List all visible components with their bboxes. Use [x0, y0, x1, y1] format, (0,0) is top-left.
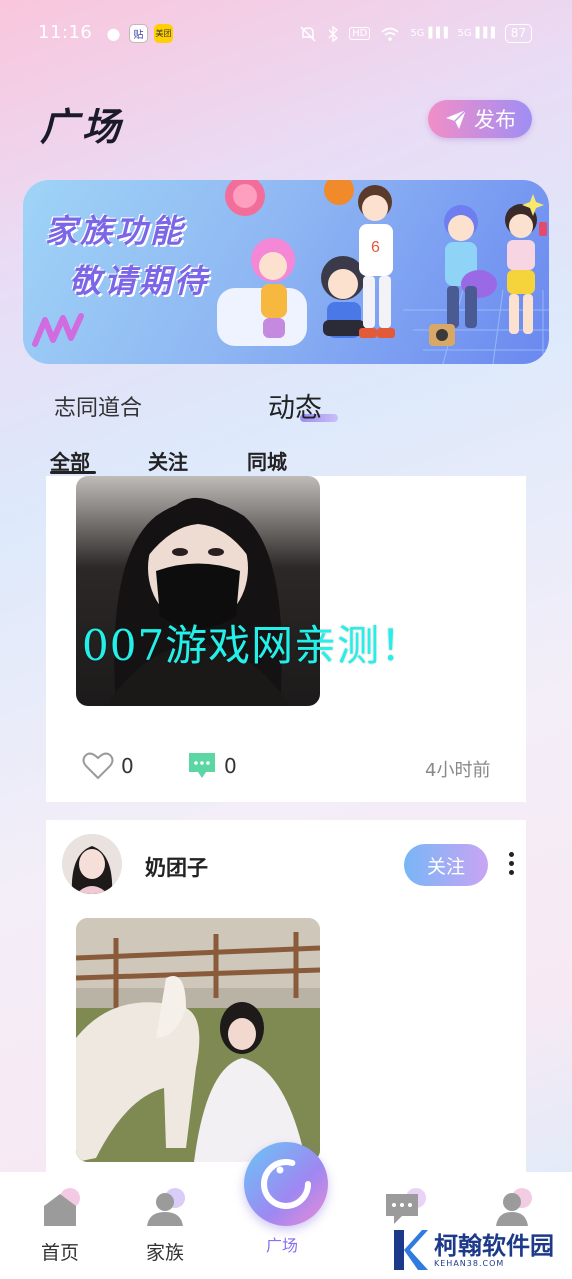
brand-url: KEHAN38.COM: [434, 1258, 505, 1268]
publish-button[interactable]: 发布: [428, 100, 532, 138]
nav-home[interactable]: 首页: [30, 1188, 90, 1265]
wifi-icon: [381, 27, 399, 41]
status-app-icons: ● 贴 美团: [104, 24, 173, 43]
nav-family[interactable]: 家族: [135, 1188, 195, 1265]
user-avatar[interactable]: [62, 834, 122, 894]
family-icon: [147, 1188, 185, 1226]
follow-label: 关注: [426, 855, 465, 878]
signal-5g-icon: 5G▐▐▐: [410, 28, 448, 39]
profile-icon: [496, 1188, 532, 1226]
battery-indicator: 87: [504, 24, 532, 43]
svg-text:6: 6: [371, 239, 380, 256]
family-banner[interactable]: 家族功能 敬请期待 6: [23, 180, 549, 364]
brand-name: 柯翰软件园: [434, 1231, 554, 1260]
avatar-illustration: [62, 834, 122, 894]
tab-dongtai[interactable]: 动态: [268, 386, 322, 425]
home-icon: [44, 1188, 80, 1226]
square-center-icon: [261, 1159, 311, 1209]
status-time: 11:16: [38, 22, 93, 43]
nav-square-button[interactable]: [244, 1142, 328, 1226]
status-bar: 11:16 ● 贴 美团 HD 5G▐▐▐ 5G▐▐▐ 87: [0, 0, 572, 70]
send-icon: [446, 109, 467, 129]
follow-button[interactable]: 关注: [404, 844, 488, 886]
tieba-icon: 贴: [129, 24, 148, 43]
banner-characters-illustration: 6: [217, 180, 549, 364]
subtab-nearby[interactable]: 同城: [247, 446, 287, 475]
publish-label: 发布: [474, 108, 516, 132]
subtab-following[interactable]: 关注: [148, 446, 188, 475]
message-icon: [386, 1188, 426, 1224]
wechat-icon: ●: [106, 24, 121, 43]
page-title: 广场: [40, 105, 125, 149]
horse-photo-illustration: [76, 918, 320, 1162]
like-count: 0: [121, 754, 134, 778]
tab-zhitongdaohe[interactable]: 志同道合: [54, 390, 142, 422]
bluetooth-icon: [328, 25, 339, 42]
comment-icon[interactable]: [186, 750, 218, 780]
nav-square-label: 广场: [266, 1236, 299, 1255]
post-photo[interactable]: [76, 918, 320, 1162]
brand-watermark: 柯翰软件园 KEHAN38.COM: [392, 1228, 554, 1272]
post-card[interactable]: 奶团子 关注: [46, 820, 526, 1180]
meituan-icon: 美团: [154, 24, 173, 43]
more-options-icon[interactable]: [506, 852, 516, 880]
user-name[interactable]: 奶团子: [145, 852, 208, 882]
nav-profile[interactable]: [482, 1188, 542, 1232]
signal-5g-icon-2: 5G▐▐▐: [457, 28, 495, 39]
squiggle-decoration: [32, 313, 84, 347]
status-indicators: HD 5G▐▐▐ 5G▐▐▐ 87: [299, 24, 532, 43]
hd-icon: HD: [349, 27, 371, 40]
brand-logo-icon: [394, 1230, 428, 1270]
mute-icon: [300, 25, 316, 42]
subtab-active-indicator: [50, 471, 96, 474]
banner-title-line2: 敬请期待: [69, 262, 210, 300]
watermark-text: 007游戏网亲测！: [82, 621, 424, 670]
nav-home-label: 首页: [40, 1242, 79, 1264]
heart-icon[interactable]: [82, 752, 114, 780]
comment-count: 0: [224, 754, 237, 778]
banner-title-line1: 家族功能: [45, 212, 186, 250]
nav-family-label: 家族: [145, 1242, 184, 1264]
post-time: 4小时前: [425, 760, 491, 781]
nav-messages[interactable]: [374, 1188, 434, 1232]
